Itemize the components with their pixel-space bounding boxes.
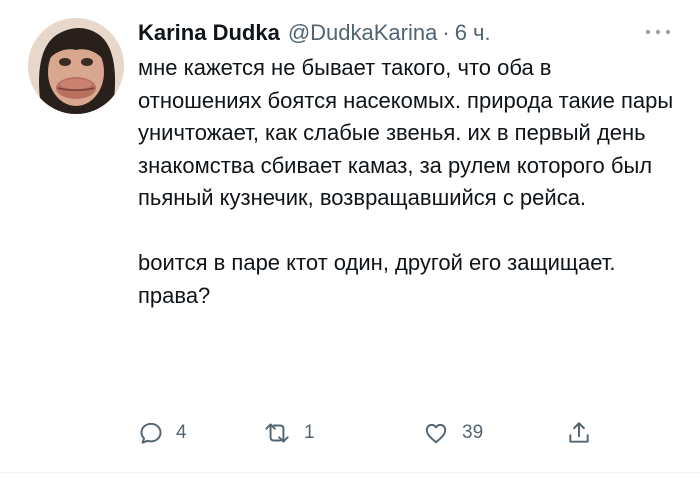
author-name[interactable]: Karina Dudka [138,20,280,46]
reply-icon [140,422,162,444]
avatar[interactable] [28,18,124,114]
tweet-text: мне кажется не бывает такого, что оба в … [138,55,674,308]
retweet-button[interactable]: 1 [262,418,315,448]
more-icon[interactable] [644,26,672,38]
like-count: 39 [462,422,484,443]
reply-button[interactable]: 4 [138,418,187,448]
tweet-header: Karina Dudka @DudkaKarina · 6 ч. [138,20,491,50]
share-button[interactable] [566,418,592,448]
tweet-actions: 4 1 39 [138,418,598,448]
heart-icon [425,423,447,444]
separator-dot: · [442,20,450,45]
author-handle[interactable]: @DudkaKarina [288,20,438,46]
reply-count: 4 [176,422,187,443]
avatar-image [28,18,124,114]
like-button[interactable]: 39 [422,418,483,448]
timestamp[interactable]: 6 ч. [455,20,491,46]
divider [0,472,700,473]
retweet-icon [265,423,289,443]
share-icon [569,422,589,443]
retweet-count: 1 [304,422,315,443]
tweet[interactable]: Karina Dudka @DudkaKarina · 6 ч. мне каж… [0,0,700,488]
